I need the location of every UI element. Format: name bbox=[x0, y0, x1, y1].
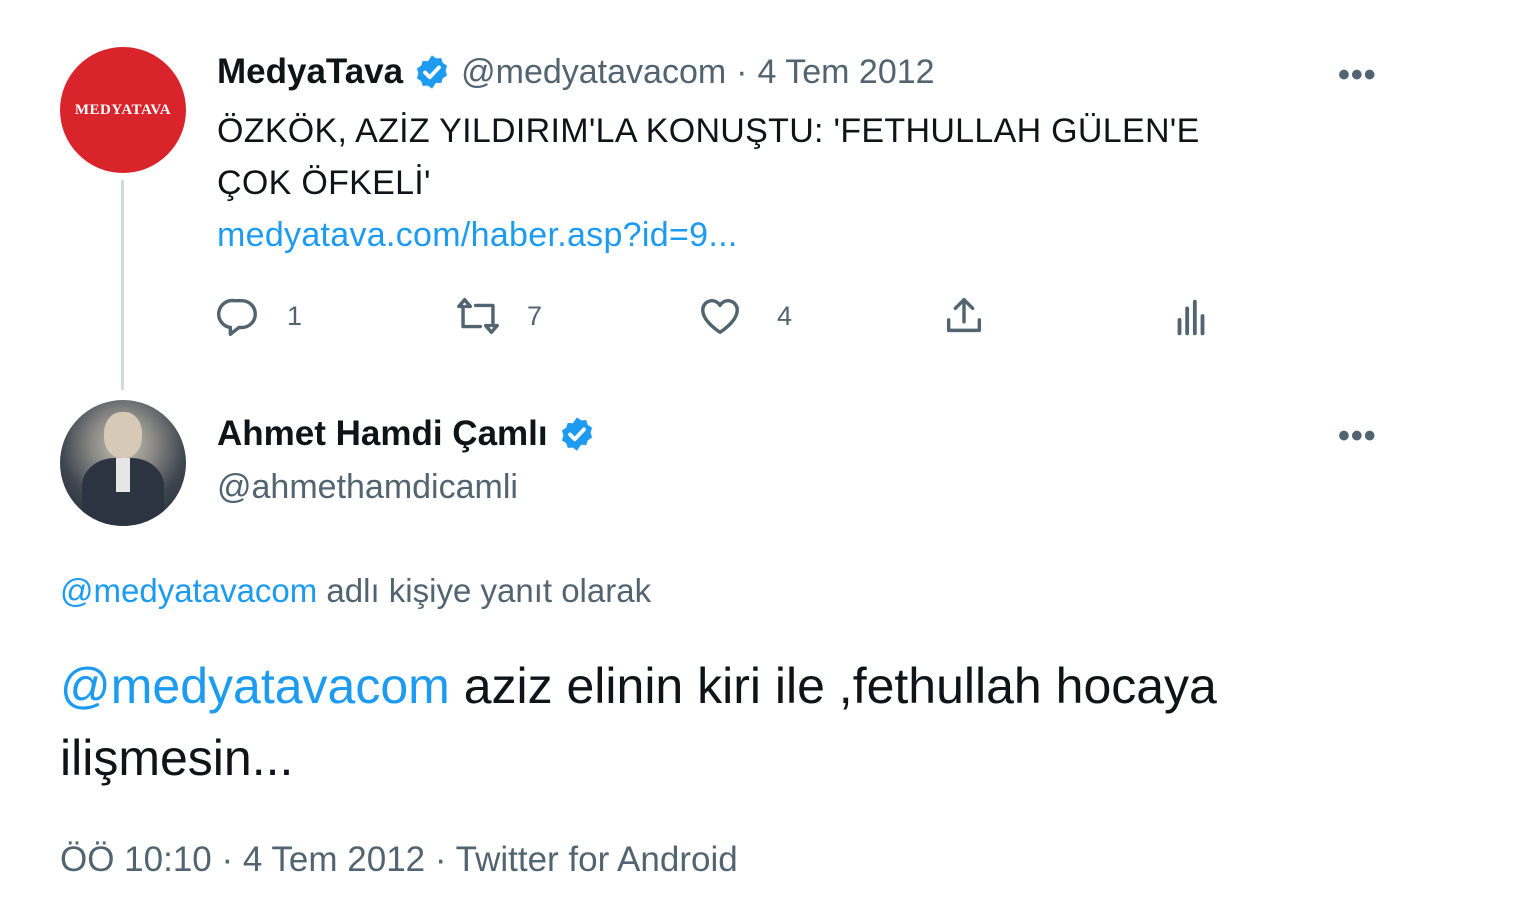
reply-button[interactable]: 1 bbox=[215, 293, 302, 339]
reply-icon bbox=[217, 298, 257, 336]
tweet-source[interactable]: Twitter for Android bbox=[456, 840, 738, 879]
tweet-meta: ÖÖ 10:10 · 4 Tem 2012 · Twitter for Andr… bbox=[60, 840, 738, 880]
avatar-face bbox=[104, 412, 142, 458]
parent-more-icon[interactable]: ••• bbox=[1338, 56, 1377, 95]
verified-badge-icon bbox=[417, 55, 448, 89]
tweet-date[interactable]: 4 Tem 2012 bbox=[243, 840, 425, 879]
meta-separator: · bbox=[211, 840, 243, 879]
replying-to-line: @medyatavacom adlı kişiye yanıt olarak bbox=[60, 572, 651, 610]
retweet-icon bbox=[457, 297, 499, 335]
share-icon bbox=[946, 297, 982, 333]
tweet-mention-link[interactable]: @medyatavacom bbox=[60, 658, 450, 714]
like-count: 4 bbox=[777, 300, 793, 331]
parent-handle[interactable]: @medyatavacom bbox=[461, 53, 726, 92]
reply-to-handle-link[interactable]: @medyatavacom bbox=[60, 572, 317, 609]
header-separator: · bbox=[736, 52, 748, 91]
parent-text-line2: ÇOK ÖFKELİ' bbox=[217, 164, 431, 202]
avatar-logo-text: MEDYATAVA bbox=[74, 101, 172, 118]
parent-text-line1: ÖZKÖK, AZİZ YILDIRIM'LA KONUŞTU: 'FETHUL… bbox=[217, 112, 1200, 150]
retweet-count: 7 bbox=[527, 300, 543, 331]
meta-separator: · bbox=[425, 840, 456, 879]
tweet-time[interactable]: ÖÖ 10:10 bbox=[60, 840, 212, 879]
parent-tweet-link[interactable]: medyatava.com/haber.asp?id=9... bbox=[217, 209, 1200, 261]
parent-display-name[interactable]: MedyaTava bbox=[217, 52, 403, 92]
main-more-icon[interactable]: ••• bbox=[1338, 417, 1377, 456]
parent-tweet-header: MedyaTava @medyatavacom · 4 Tem 2012 bbox=[217, 52, 935, 92]
main-tweet-text: @medyatavacom aziz elinin kiri ile ,feth… bbox=[60, 650, 1310, 794]
like-button[interactable]: 4 bbox=[697, 293, 792, 339]
reply-count: 1 bbox=[287, 300, 303, 331]
ahmet-hamdi-camli-avatar[interactable] bbox=[60, 400, 186, 526]
avatar-shirt bbox=[116, 458, 130, 492]
parent-date[interactable]: 4 Tem 2012 bbox=[758, 53, 935, 92]
verified-badge-icon bbox=[561, 417, 592, 451]
main-display-name[interactable]: Ahmet Hamdi Çamlı bbox=[217, 414, 548, 454]
main-tweet-header: Ahmet Hamdi Çamlı bbox=[217, 414, 596, 454]
analytics-icon bbox=[1177, 299, 1205, 336]
analytics-button[interactable] bbox=[1168, 295, 1214, 341]
retweet-button[interactable]: 7 bbox=[455, 293, 542, 339]
medyatava-avatar[interactable]: MEDYATAVA bbox=[60, 47, 186, 173]
reply-to-suffix: adlı kişiye yanıt olarak bbox=[317, 572, 652, 609]
share-button[interactable] bbox=[941, 293, 987, 339]
main-handle[interactable]: @ahmethamdicamli bbox=[217, 468, 518, 507]
thread-connector-line bbox=[121, 180, 124, 390]
parent-tweet-text: ÖZKÖK, AZİZ YILDIRIM'LA KONUŞTU: 'FETHUL… bbox=[217, 105, 1200, 261]
like-icon bbox=[701, 298, 739, 335]
